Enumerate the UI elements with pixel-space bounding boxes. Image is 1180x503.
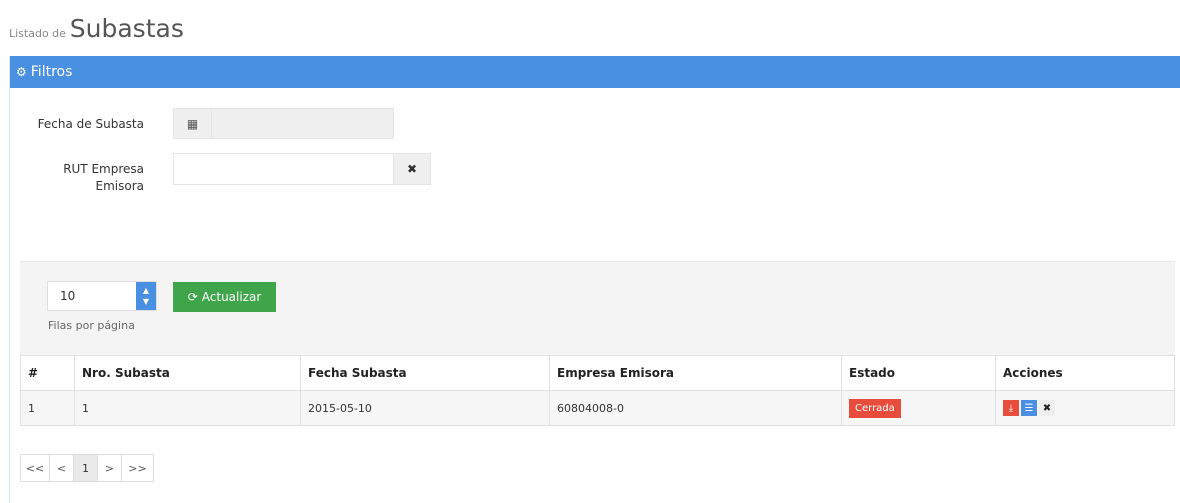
page-title-prefix: Listado de (9, 27, 66, 40)
rut-empresa-input[interactable] (173, 153, 394, 185)
pager-first-button[interactable]: << (20, 454, 50, 482)
filters-panel-header[interactable]: ⚙ Filtros (10, 56, 1180, 88)
clear-icon[interactable]: ✖ (394, 153, 431, 185)
status-badge: Cerrada (849, 398, 901, 418)
rows-per-page-value[interactable]: 10 (48, 282, 136, 310)
spinner-icon[interactable]: ▲ ▼ (136, 282, 156, 310)
pager-last-button[interactable]: >> (121, 454, 154, 482)
column-header-estado[interactable]: Estado (841, 355, 996, 391)
page-title: Listado de Subastas (9, 14, 184, 43)
row-actions: ⤓ ☰ ✖ (1003, 400, 1055, 416)
table-header-row: # Nro. Subasta Fecha Subasta Empresa Emi… (20, 355, 1175, 391)
column-header-empresa[interactable]: Empresa Emisora (549, 355, 842, 391)
gears-icon: ⚙ (16, 65, 27, 79)
refresh-icon: ⟳ (187, 290, 198, 304)
rut-empresa-field: ✖ (173, 153, 431, 185)
page-title-main: Subastas (69, 14, 184, 43)
grid-toolbar: 10 ▲ ▼ Filas por página ⟳ Actualizar (20, 261, 1175, 355)
rut-empresa-label: RUT Empresa Emisora (24, 161, 144, 195)
cell-fecha: 2015-05-10 (300, 390, 550, 426)
fecha-subasta-input[interactable] (212, 109, 393, 138)
rows-per-page-label: Filas por página (48, 319, 135, 332)
pager-next-button[interactable]: > (97, 454, 122, 482)
rut-label-line1: RUT Empresa (63, 162, 144, 176)
list-icon[interactable]: ☰ (1021, 400, 1037, 416)
pager-prev-button[interactable]: < (49, 454, 74, 482)
chevron-up-icon[interactable]: ▲ (143, 285, 149, 296)
delete-icon[interactable]: ✖ (1039, 400, 1055, 416)
fecha-subasta-label: Fecha de Subasta (37, 117, 144, 131)
cell-nro: 1 (74, 390, 301, 426)
rows-per-page-stepper[interactable]: 10 ▲ ▼ (47, 281, 157, 311)
pager-current-page[interactable]: 1 (73, 454, 98, 482)
column-header-acciones[interactable]: Acciones (995, 355, 1175, 391)
cell-acciones: ⤓ ☰ ✖ (995, 390, 1175, 426)
calendar-icon[interactable]: ▦ (174, 109, 212, 138)
filters-title: Filtros (30, 64, 73, 80)
refresh-button[interactable]: ⟳ Actualizar (173, 282, 276, 312)
pagination: << < 1 > >> (20, 454, 154, 482)
rut-label-line2: Emisora (95, 179, 145, 193)
column-header-index[interactable]: # (20, 355, 75, 391)
refresh-label: Actualizar (201, 290, 262, 304)
column-header-nro[interactable]: Nro. Subasta (74, 355, 301, 391)
table-row[interactable]: 1 1 2015-05-10 60804008-0 Cerrada ⤓ ☰ ✖ (20, 390, 1175, 426)
fecha-subasta-field[interactable]: ▦ (173, 108, 394, 139)
cell-empresa: 60804008-0 (549, 390, 842, 426)
auctions-table: # Nro. Subasta Fecha Subasta Empresa Emi… (20, 355, 1175, 426)
chevron-down-icon[interactable]: ▼ (143, 296, 149, 307)
column-header-fecha[interactable]: Fecha Subasta (300, 355, 550, 391)
cell-index: 1 (20, 390, 75, 426)
download-icon[interactable]: ⤓ (1003, 400, 1019, 416)
cell-estado: Cerrada (841, 390, 996, 426)
